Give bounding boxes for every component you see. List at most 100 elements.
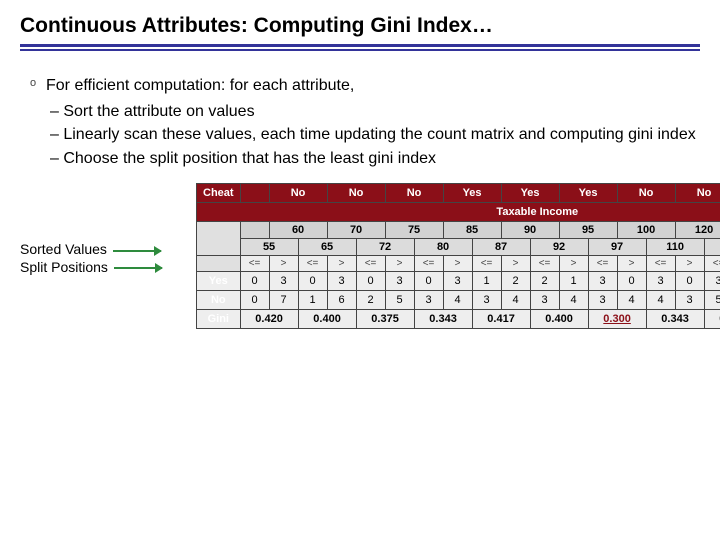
split-position: 65 <box>298 239 356 256</box>
yes-gt-count: 3 <box>443 272 472 291</box>
yes-le-count: 3 <box>704 272 720 291</box>
le-header: <= <box>588 256 617 272</box>
yes-le-count: 2 <box>530 272 559 291</box>
gt-header: > <box>443 256 472 272</box>
yes-gt-count: 3 <box>269 272 298 291</box>
le-header: <= <box>356 256 385 272</box>
le-header: <= <box>240 256 269 272</box>
le-header: <= <box>472 256 501 272</box>
split-position: 110 <box>646 239 704 256</box>
cheat-value: Yes <box>501 184 559 203</box>
yes-le-count: 0 <box>240 272 269 291</box>
gt-header: > <box>269 256 298 272</box>
yes-gt-count: 0 <box>675 272 704 291</box>
sorted-values-label: Sorted Values <box>20 241 162 259</box>
sorted-value: 120 <box>675 222 720 239</box>
no-le-count: 5 <box>704 291 720 310</box>
le-header: <= <box>414 256 443 272</box>
gini-value: 0.400 <box>530 310 588 329</box>
split-position: 92 <box>530 239 588 256</box>
taxable-income-header: Taxable Income <box>197 203 720 222</box>
gini-row-header: Gini <box>197 310 241 329</box>
cheat-value: Yes <box>559 184 617 203</box>
sub-bullet: Sort the attribute on values <box>63 103 254 120</box>
no-gt-count: 5 <box>385 291 414 310</box>
gt-header: > <box>501 256 530 272</box>
arrow-icon <box>113 250 161 252</box>
split-position: 55 <box>240 239 298 256</box>
no-gt-count: 3 <box>675 291 704 310</box>
split-position: 87 <box>472 239 530 256</box>
title-rule-1 <box>20 44 700 47</box>
le-header: <= <box>704 256 720 272</box>
no-le-count: 2 <box>356 291 385 310</box>
no-gt-count: 7 <box>269 291 298 310</box>
sorted-value: 70 <box>327 222 385 239</box>
gt-header: > <box>675 256 704 272</box>
split-position: 122 <box>704 239 720 256</box>
sorted-value: 85 <box>443 222 501 239</box>
no-le-count: 0 <box>240 291 269 310</box>
no-gt-count: 4 <box>443 291 472 310</box>
gt-header: > <box>617 256 646 272</box>
le-header: <= <box>646 256 675 272</box>
cheat-header: Cheat <box>197 184 241 203</box>
yes-gt-count: 1 <box>559 272 588 291</box>
sorted-value: 100 <box>617 222 675 239</box>
no-le-count: 3 <box>472 291 501 310</box>
no-gt-count: 4 <box>559 291 588 310</box>
gini-value: 0.420 <box>240 310 298 329</box>
le-header: <= <box>530 256 559 272</box>
sub-bullet: Linearly scan these values, each time up… <box>63 126 695 143</box>
yes-le-count: 0 <box>298 272 327 291</box>
gt-header: > <box>385 256 414 272</box>
no-row-header: No <box>197 291 241 310</box>
cheat-value: No <box>617 184 675 203</box>
no-gt-count: 4 <box>501 291 530 310</box>
no-le-count: 3 <box>530 291 559 310</box>
yes-gt-count: 3 <box>327 272 356 291</box>
no-gt-count: 6 <box>327 291 356 310</box>
yes-gt-count: 0 <box>617 272 646 291</box>
gt-header: > <box>559 256 588 272</box>
sorted-value: 60 <box>269 222 327 239</box>
yes-le-count: 3 <box>588 272 617 291</box>
gini-value: 0.400 <box>298 310 356 329</box>
gini-computation-table: CheatNoNoNoYesYesYesNoNoNoNoTaxable Inco… <box>196 183 720 329</box>
cheat-value: No <box>675 184 720 203</box>
split-positions-label: Split Positions <box>20 259 162 277</box>
gini-value: 0.375 <box>356 310 414 329</box>
no-gt-count: 4 <box>617 291 646 310</box>
no-le-count: 1 <box>298 291 327 310</box>
no-le-count: 3 <box>588 291 617 310</box>
gini-value: 0.343 <box>646 310 704 329</box>
gini-value: 0.300 <box>588 310 646 329</box>
intro-line: For efficient computation: for each attr… <box>46 75 700 97</box>
yes-gt-count: 3 <box>385 272 414 291</box>
gt-header: > <box>327 256 356 272</box>
bullet-marker: o <box>20 75 46 169</box>
gini-value: 0.417 <box>472 310 530 329</box>
no-le-count: 3 <box>414 291 443 310</box>
sorted-value: 95 <box>559 222 617 239</box>
no-le-count: 4 <box>646 291 675 310</box>
split-position: 80 <box>414 239 472 256</box>
le-header: <= <box>298 256 327 272</box>
sorted-value: 90 <box>501 222 559 239</box>
slide-title: Continuous Attributes: Computing Gini In… <box>20 14 700 38</box>
arrow-icon <box>114 267 162 269</box>
gini-value: 0.375 <box>704 310 720 329</box>
sub-bullet: Choose the split position that has the l… <box>63 150 436 167</box>
yes-le-count: 0 <box>356 272 385 291</box>
cheat-value: No <box>385 184 443 203</box>
yes-le-count: 3 <box>646 272 675 291</box>
cheat-value: Yes <box>443 184 501 203</box>
split-position: 72 <box>356 239 414 256</box>
yes-row-header: Yes <box>197 272 241 291</box>
sub-bullet-list: – Sort the attribute on values – Linearl… <box>46 101 700 170</box>
yes-le-count: 0 <box>414 272 443 291</box>
cheat-value: No <box>327 184 385 203</box>
yes-le-count: 1 <box>472 272 501 291</box>
gini-value: 0.343 <box>414 310 472 329</box>
sorted-value: 75 <box>385 222 443 239</box>
